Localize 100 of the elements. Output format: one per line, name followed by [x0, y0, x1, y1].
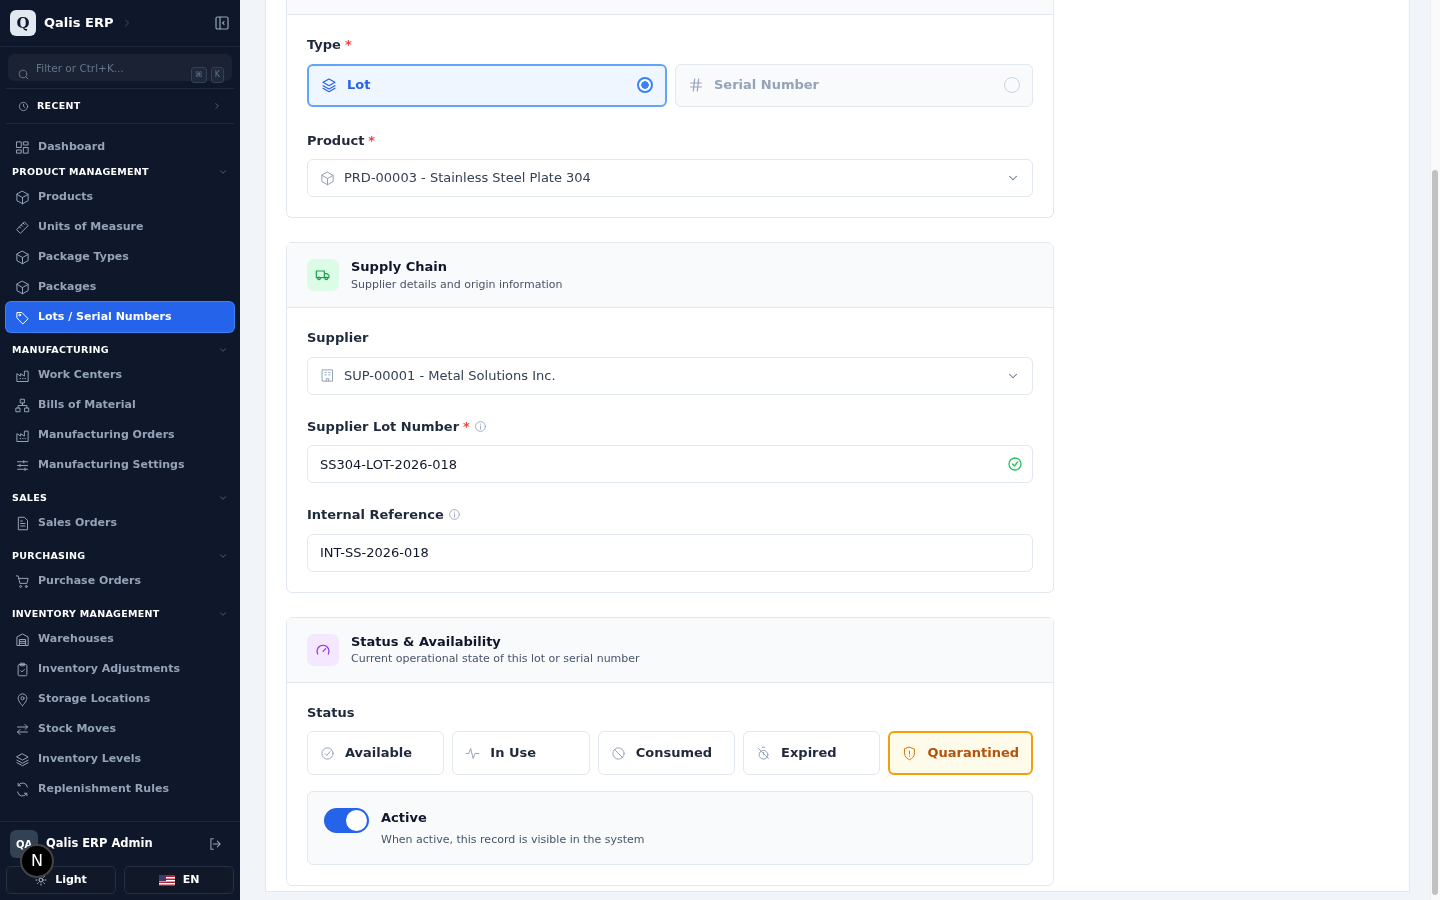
clock-icon	[18, 100, 29, 112]
section-subtitle: Current operational state of this lot or serial number	[351, 651, 640, 667]
theme-button[interactable]: Light	[6, 866, 116, 894]
building-icon	[320, 368, 335, 383]
warehouse-icon	[15, 631, 30, 647]
section-title: MANUFACTURING	[12, 342, 109, 357]
nav-item[interactable]: Manufacturing Settings	[6, 450, 234, 480]
clipboard-icon	[15, 661, 30, 677]
factory-icon	[15, 367, 30, 383]
cube-icon	[15, 189, 30, 205]
shield-alert-icon	[902, 745, 918, 761]
prohibited-icon	[610, 745, 626, 761]
sun-icon	[35, 874, 48, 886]
text-input[interactable]: SS304-LOT-2026-018	[307, 445, 1033, 483]
section-subtitle: Supplier details and origin information	[351, 276, 563, 293]
sliders-icon	[15, 457, 30, 473]
status-option[interactable]: Consumed	[597, 731, 736, 775]
section-title: PURCHASING	[12, 548, 86, 563]
field-label: Type	[307, 36, 341, 54]
dashboard-icon	[15, 139, 30, 155]
nav-item[interactable]: Inventory Levels	[6, 744, 234, 774]
arrows-icon	[15, 721, 30, 737]
nav-item[interactable]: Replenishment Rules	[6, 774, 234, 804]
section-title: Status & Availability	[351, 632, 502, 651]
check-circle-icon	[320, 745, 335, 761]
ruler-icon	[15, 219, 30, 235]
toggle-switch[interactable]	[324, 808, 369, 833]
section-title: Supply Chain	[351, 258, 448, 276]
activity-icon	[465, 745, 481, 761]
search-icon	[17, 68, 30, 81]
field-label: Product	[307, 131, 365, 150]
field-label: Internal Reference	[307, 506, 444, 524]
brand-name: Qalis ERP	[44, 14, 114, 33]
nav-item[interactable]: Purchase Orders	[6, 566, 234, 596]
section-header[interactable]: SALES	[0, 488, 240, 508]
nav-item[interactable]: Dashboard	[6, 132, 234, 162]
type-option[interactable]: Lot	[307, 63, 667, 107]
nav-item[interactable]: Inventory Adjustments	[6, 654, 234, 684]
document-icon	[15, 515, 30, 531]
cart-icon	[15, 573, 30, 589]
refresh-icon	[15, 781, 30, 797]
nav-item[interactable]: Sales Orders	[6, 508, 234, 538]
nav-item[interactable]: Packages	[6, 272, 234, 302]
select-field[interactable]: PRD-00003 - Stainless Steel Plate 304	[307, 159, 1033, 197]
nav-item[interactable]: Storage Locations	[6, 684, 234, 714]
nav-item[interactable]: Warehouses	[6, 624, 234, 654]
field-label: Status	[307, 703, 355, 722]
scrollbar-thumb[interactable]	[1432, 170, 1438, 895]
nav-item[interactable]: Lots / Serial Numbers	[6, 302, 234, 332]
field-label: Supplier Lot Number	[307, 417, 460, 436]
status-option[interactable]: Quarantined	[888, 731, 1033, 775]
info-icon	[473, 419, 487, 433]
section-title: PRODUCT MANAGEMENT	[12, 164, 149, 179]
info-icon	[447, 508, 461, 522]
scrollbar[interactable]	[1430, 0, 1440, 900]
nav-item[interactable]: Stock Moves	[6, 714, 234, 744]
select-field[interactable]: SUP-00001 - Metal Solutions Inc.	[307, 356, 1033, 395]
field-label: Supplier	[307, 329, 369, 347]
status-option[interactable]: In Use	[452, 731, 590, 775]
timer-off-icon	[756, 745, 772, 761]
required-mark: *	[463, 417, 470, 436]
nav-item[interactable]: Bills of Material	[6, 390, 234, 420]
logo: Q	[10, 10, 36, 36]
required-mark: *	[344, 36, 352, 54]
nav-item[interactable]: Work Centers	[6, 360, 234, 390]
section-header[interactable]: MANUFACTURING	[0, 340, 240, 360]
map-pin-icon	[15, 691, 30, 707]
recent-label: RECENT	[37, 98, 81, 113]
status-option[interactable]: Expired	[743, 731, 881, 775]
nav-item[interactable]: Package Types	[6, 242, 234, 272]
toggle-label: Active	[381, 809, 428, 827]
sidebar-toggle-icon	[214, 15, 230, 31]
truck-icon	[315, 267, 331, 283]
chevron-right-icon	[212, 101, 222, 111]
recent-toggle[interactable]: RECENT	[6, 88, 234, 124]
tag-icon	[15, 309, 30, 325]
status-option[interactable]: Available	[307, 731, 445, 775]
layers-icon	[321, 77, 337, 93]
cube-icon	[15, 279, 30, 295]
section-header[interactable]: PURCHASING	[0, 546, 240, 566]
section-header[interactable]: INVENTORY MANAGEMENT	[0, 604, 240, 624]
nav-item[interactable]: Units of Measure	[6, 212, 234, 242]
cube-icon	[15, 249, 30, 265]
cube-icon	[320, 170, 335, 186]
language-button[interactable]: EN	[124, 866, 234, 894]
section-title: SALES	[12, 490, 48, 505]
nav-item[interactable]: Products	[6, 182, 234, 212]
collapse-sidebar-button[interactable]	[214, 15, 230, 31]
logout-icon	[208, 837, 222, 851]
flag-icon	[158, 874, 175, 886]
hierarchy-icon	[15, 397, 30, 413]
text-input[interactable]: INT-SS-2026-018	[307, 533, 1033, 572]
section-title: INVENTORY MANAGEMENT	[12, 606, 160, 621]
nav-item[interactable]: Manufacturing Orders	[6, 420, 234, 450]
layers-icon	[15, 751, 30, 767]
section-header[interactable]: PRODUCT MANAGEMENT	[0, 162, 240, 182]
logout-button[interactable]	[208, 837, 222, 851]
required-mark: *	[368, 131, 376, 150]
radio-indicator[interactable]	[637, 77, 653, 93]
toggle-description: When active, this record is visible in the system	[381, 831, 645, 848]
